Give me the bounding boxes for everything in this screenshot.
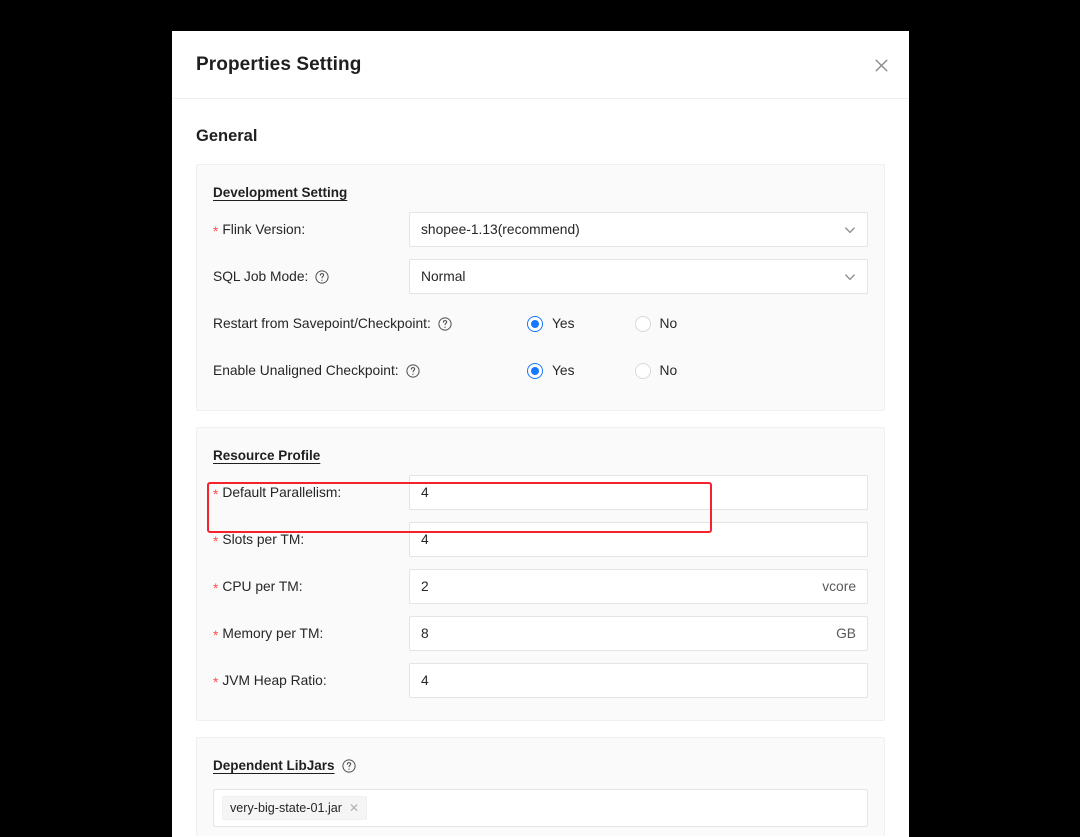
field-label-cpu-per-tm: * CPU per TM:: [205, 579, 409, 594]
radio-label: Yes: [552, 316, 575, 331]
field-control-slots-per-tm: 4: [409, 522, 868, 557]
flink-version-value: shopee-1.13(recommend): [421, 222, 844, 237]
radio-dot-icon: [635, 363, 651, 379]
help-icon[interactable]: [438, 317, 452, 331]
radio-label: No: [660, 316, 678, 331]
radio-dot-selected-icon: [527, 363, 543, 379]
input-suffix-unit: GB: [828, 626, 856, 641]
field-control-jvm-heap-ratio: 4: [409, 663, 868, 698]
input-value: 4: [421, 532, 856, 547]
required-marker: *: [213, 582, 218, 596]
field-row-memory-per-tm: * Memory per TM: 8 GB: [205, 610, 868, 657]
radio-unaligned-no[interactable]: No: [635, 363, 678, 379]
chevron-down-icon: [844, 224, 856, 236]
field-row-flink-version: * Flink Version: shopee-1.13(recommend): [205, 206, 868, 253]
card-title-dependent-libjars: Dependent LibJars: [213, 758, 356, 773]
radio-restart-yes[interactable]: Yes: [527, 316, 575, 332]
field-label-text: Slots per TM:: [222, 532, 304, 547]
field-label-jvm-heap-ratio: * JVM Heap Ratio:: [205, 673, 409, 688]
dependent-libjars-input[interactable]: very-big-state-01.jar ✕: [213, 789, 868, 827]
close-icon[interactable]: [869, 53, 893, 77]
dialog-header: Properties Setting: [172, 31, 909, 99]
field-control-default-parallelism: 4: [409, 475, 868, 510]
properties-setting-dialog: Properties Setting General Development S…: [172, 31, 909, 837]
radio-group-enable-unaligned-checkpoint: Yes No: [457, 363, 868, 379]
field-label-text: Restart from Savepoint/Checkpoint:: [213, 316, 431, 331]
field-label-text: Memory per TM:: [222, 626, 323, 641]
field-control-cpu-per-tm: 2 vcore: [409, 569, 868, 604]
card-development-setting: Development Setting * Flink Version: sho…: [196, 164, 885, 411]
dialog-title: Properties Setting: [196, 54, 361, 76]
field-label-text: Flink Version:: [222, 222, 305, 237]
radio-restart-no[interactable]: No: [635, 316, 678, 332]
field-row-cpu-per-tm: * CPU per TM: 2 vcore: [205, 563, 868, 610]
radio-group-restart-from-savepoint: Yes No: [457, 316, 868, 332]
input-value: 4: [421, 485, 856, 500]
field-control-restart-from-savepoint: Yes No: [457, 316, 868, 332]
field-row-enable-unaligned-checkpoint: Enable Unaligned Checkpoint: Yes No: [205, 347, 868, 394]
field-label-restart-from-savepoint: Restart from Savepoint/Checkpoint:: [205, 316, 457, 331]
slots-per-tm-input[interactable]: 4: [409, 522, 868, 557]
field-label-text: CPU per TM:: [222, 579, 302, 594]
required-marker: *: [213, 488, 218, 502]
sql-job-mode-value: Normal: [421, 269, 844, 284]
radio-label: No: [660, 363, 678, 378]
card-title-text: Dependent LibJars: [213, 758, 335, 773]
field-control-memory-per-tm: 8 GB: [409, 616, 868, 651]
input-suffix-unit: vcore: [814, 579, 856, 594]
radio-dot-icon: [635, 316, 651, 332]
libjar-tag: very-big-state-01.jar ✕: [222, 796, 367, 820]
field-label-flink-version: * Flink Version:: [205, 222, 409, 237]
card-dependent-libjars: Dependent LibJars very-big-state-01.jar …: [196, 737, 885, 836]
input-value: 8: [421, 626, 828, 641]
field-control-flink-version: shopee-1.13(recommend): [409, 212, 868, 247]
jvm-heap-ratio-input[interactable]: 4: [409, 663, 868, 698]
field-label-sql-job-mode: SQL Job Mode:: [205, 269, 409, 284]
memory-per-tm-input[interactable]: 8 GB: [409, 616, 868, 651]
card-resource-profile: Resource Profile * Default Parallelism: …: [196, 427, 885, 721]
card-title-text: Development Setting: [213, 185, 347, 200]
field-label-slots-per-tm: * Slots per TM:: [205, 532, 409, 547]
field-label-enable-unaligned-checkpoint: Enable Unaligned Checkpoint:: [205, 363, 457, 378]
required-marker: *: [213, 535, 218, 549]
input-value: 4: [421, 673, 856, 688]
cpu-per-tm-input[interactable]: 2 vcore: [409, 569, 868, 604]
field-label-text: Enable Unaligned Checkpoint:: [213, 363, 399, 378]
field-label-default-parallelism: * Default Parallelism:: [205, 485, 409, 500]
field-label-memory-per-tm: * Memory per TM:: [205, 626, 409, 641]
required-marker: *: [213, 225, 218, 239]
libjar-tag-label: very-big-state-01.jar: [230, 801, 342, 815]
radio-label: Yes: [552, 363, 575, 378]
radio-unaligned-yes[interactable]: Yes: [527, 363, 575, 379]
radio-dot-selected-icon: [527, 316, 543, 332]
field-row-sql-job-mode: SQL Job Mode: Normal: [205, 253, 868, 300]
field-row-restart-from-savepoint: Restart from Savepoint/Checkpoint: Yes: [205, 300, 868, 347]
chevron-down-icon: [844, 271, 856, 283]
field-label-text: SQL Job Mode:: [213, 269, 308, 284]
input-value: 2: [421, 579, 814, 594]
required-marker: *: [213, 676, 218, 690]
card-title-development-setting: Development Setting: [213, 185, 347, 200]
card-title-resource-profile: Resource Profile: [213, 448, 320, 463]
help-icon[interactable]: [406, 364, 420, 378]
required-marker: *: [213, 629, 218, 643]
field-label-text: Default Parallelism:: [222, 485, 341, 500]
field-control-sql-job-mode: Normal: [409, 259, 868, 294]
sql-job-mode-select[interactable]: Normal: [409, 259, 868, 294]
section-heading-general: General: [196, 127, 885, 146]
field-label-text: JVM Heap Ratio:: [222, 673, 326, 688]
card-title-text: Resource Profile: [213, 448, 320, 463]
dialog-body: General Development Setting * Flink Vers…: [172, 99, 909, 836]
field-row-slots-per-tm: * Slots per TM: 4: [205, 516, 868, 563]
help-icon[interactable]: [342, 759, 356, 773]
field-row-default-parallelism: * Default Parallelism: 4: [205, 469, 868, 516]
field-row-jvm-heap-ratio: * JVM Heap Ratio: 4: [205, 657, 868, 704]
help-icon[interactable]: [315, 270, 329, 284]
close-icon[interactable]: ✕: [349, 802, 359, 814]
default-parallelism-input[interactable]: 4: [409, 475, 868, 510]
field-control-enable-unaligned-checkpoint: Yes No: [457, 363, 868, 379]
flink-version-select[interactable]: shopee-1.13(recommend): [409, 212, 868, 247]
